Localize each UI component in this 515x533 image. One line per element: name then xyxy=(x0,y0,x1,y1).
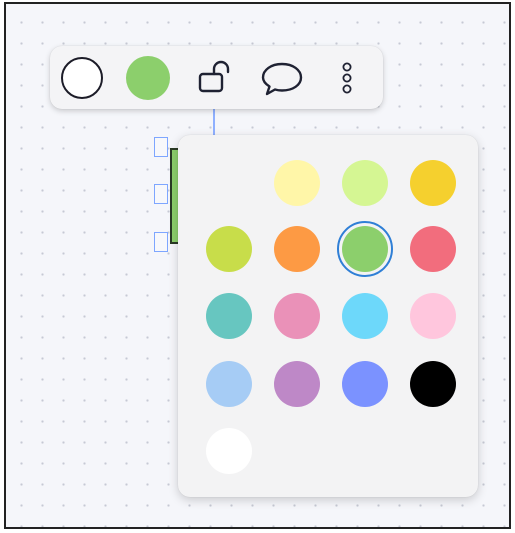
swatch-light-pink[interactable] xyxy=(410,293,456,339)
resize-handle-bottom[interactable] xyxy=(154,232,168,252)
swatch-white[interactable] xyxy=(206,428,252,474)
resize-handle-top[interactable] xyxy=(154,137,168,157)
swatch-yellow[interactable] xyxy=(410,160,456,206)
fill-color-button[interactable] xyxy=(124,54,172,102)
swatch-light-green[interactable] xyxy=(342,160,388,206)
swatch-orange[interactable] xyxy=(274,226,320,272)
more-vertical-icon xyxy=(342,62,352,94)
stroke-color-button[interactable] xyxy=(58,54,106,102)
swatch-pink[interactable] xyxy=(274,293,320,339)
swatch-teal[interactable] xyxy=(206,293,252,339)
stroke-color-swatch xyxy=(61,57,103,99)
swatch-light-yellow[interactable] xyxy=(274,160,320,206)
resize-handle-middle[interactable] xyxy=(154,184,168,204)
fill-color-swatch xyxy=(126,56,170,100)
comment-icon xyxy=(261,62,303,96)
swatch-red[interactable] xyxy=(410,226,456,272)
unlock-icon xyxy=(198,60,230,93)
more-options-button[interactable] xyxy=(326,54,368,102)
swatch-green[interactable] xyxy=(337,221,393,277)
swatch-blue[interactable] xyxy=(342,361,388,407)
swatch-pale-blue[interactable] xyxy=(206,361,252,407)
swatch-black[interactable] xyxy=(410,361,456,407)
comment-button[interactable] xyxy=(258,54,306,102)
color-palette-popover xyxy=(178,135,478,497)
canvas[interactable] xyxy=(4,2,511,529)
swatch-light-blue[interactable] xyxy=(342,293,388,339)
swatch-violet[interactable] xyxy=(274,361,320,407)
context-toolbar xyxy=(50,46,383,109)
connector-line xyxy=(213,107,215,137)
swatch-lime[interactable] xyxy=(206,226,252,272)
lock-button[interactable] xyxy=(192,54,240,102)
